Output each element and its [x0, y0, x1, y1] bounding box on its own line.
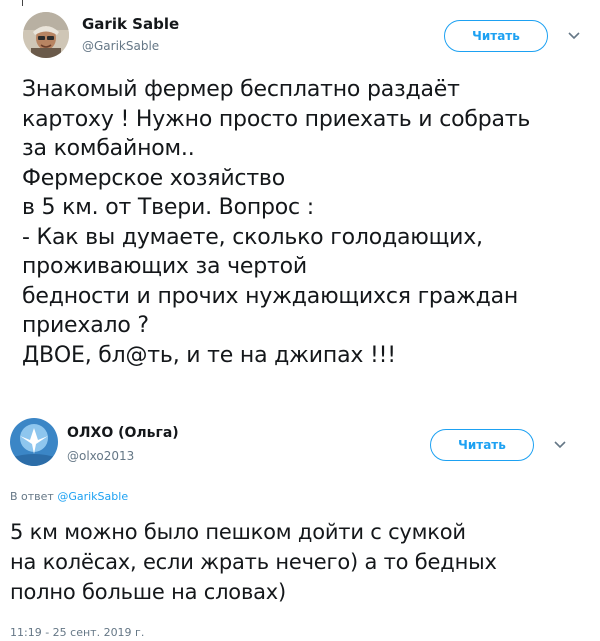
author-name[interactable]: Garik Sable — [82, 15, 179, 33]
follow-button[interactable]: Читать — [430, 429, 534, 461]
tweet-text: 5 км можно было пешком дойти с сумкой на… — [10, 517, 497, 607]
follow-button[interactable]: Читать — [444, 20, 548, 52]
tweet-text-line: приехало ? — [22, 313, 149, 338]
avatar[interactable] — [10, 418, 58, 466]
reply-prefix: В ответ — [10, 490, 54, 503]
tweet-text-line: бедности и прочих нуждающихся граждан — [22, 283, 519, 309]
tweet-text-line: полно больше на словах) — [10, 580, 287, 604]
tweet-text-line: картоху ! Нужно просто приехать и собрат… — [22, 106, 531, 132]
chevron-down-icon[interactable] — [553, 438, 567, 452]
reply-mention-link[interactable]: @GarikSable — [57, 490, 128, 503]
tweet-text: Знакомый фермер бесплатно раздаёт картох… — [22, 75, 530, 370]
tweet-text-line: в 5 км. от Твери. Вопрос : — [22, 195, 314, 220]
tweet-text-line: 5 км можно было пешком дойти с сумкой — [10, 520, 466, 544]
tweet-text-line: на колёсах, если жрать нечего) а то бедн… — [10, 550, 497, 574]
tweet-text-line: - Как вы думаете, сколько голодающих, — [22, 224, 483, 250]
reply-context: В ответ @GarikSable — [10, 490, 128, 503]
avatar[interactable] — [23, 12, 69, 58]
author-handle[interactable]: @GarikSable — [82, 39, 159, 53]
author-handle[interactable]: @olxo2013 — [67, 449, 134, 463]
tweet-text-line: ДВОЕ, бл@ть, и те на джипах !!! — [22, 342, 396, 368]
tweet-text-line: Фермерское хозяйство — [22, 165, 285, 191]
timestamp[interactable]: 11:19 - 25 сент. 2019 г. — [10, 626, 144, 639]
tweet-garik: Garik Sable @GarikSable Читать Знакомый … — [0, 0, 600, 405]
tweet-text-line: Знакомый фермер бесплатно раздаёт — [22, 77, 460, 102]
tweet-text-line: проживающих за чертой — [22, 254, 307, 279]
chevron-down-icon[interactable] — [567, 29, 581, 43]
tweet-text-line: за комбайном.. — [22, 136, 195, 161]
author-name[interactable]: ОЛХО (Ольга) — [67, 425, 179, 441]
